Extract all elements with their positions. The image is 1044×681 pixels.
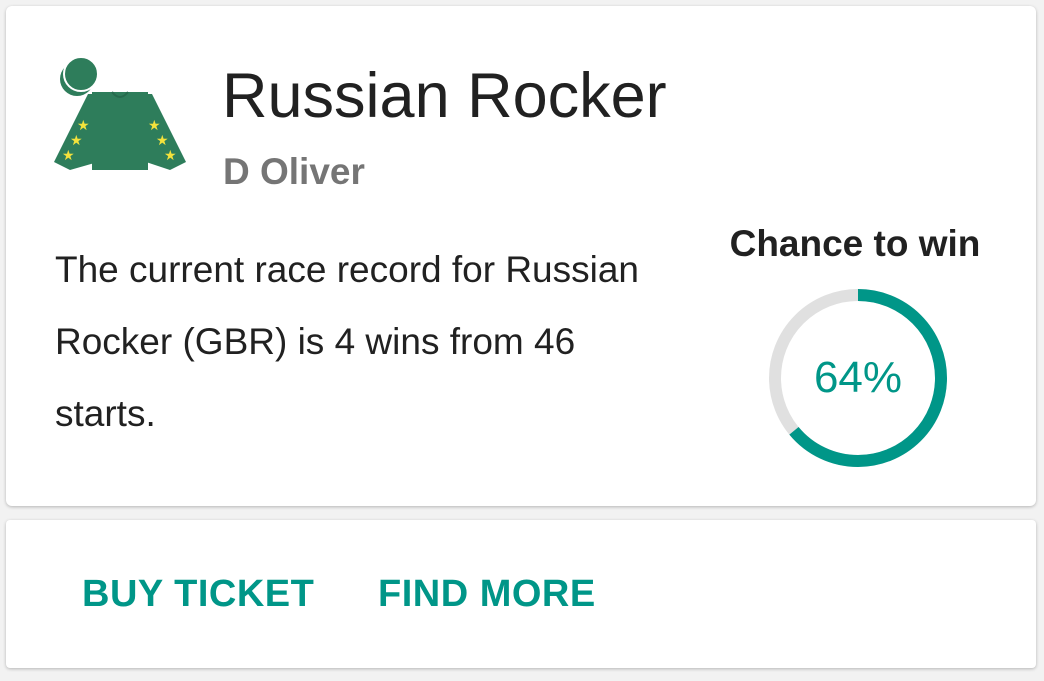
find-more-button[interactable]: FIND MORE xyxy=(378,570,596,618)
jockey-silks-icon: ★ ★ ★ ★ ★ ★ xyxy=(54,56,186,170)
svg-text:★: ★ xyxy=(164,148,177,164)
horse-name: Russian Rocker xyxy=(222,61,667,131)
svg-text:★: ★ xyxy=(70,133,83,149)
jockey-name: D Oliver xyxy=(223,151,365,192)
svg-text:★: ★ xyxy=(148,118,161,134)
svg-text:★: ★ xyxy=(156,133,169,149)
chance-percent: 64% xyxy=(813,353,903,402)
chance-to-win-label: Chance to win xyxy=(729,223,981,264)
buy-ticket-button[interactable]: BUY TICKET xyxy=(82,570,314,618)
svg-text:★: ★ xyxy=(77,118,90,134)
race-record-description: The current race record for Russian Rock… xyxy=(55,249,640,434)
silks-body xyxy=(92,92,148,170)
svg-text:★: ★ xyxy=(62,148,75,164)
